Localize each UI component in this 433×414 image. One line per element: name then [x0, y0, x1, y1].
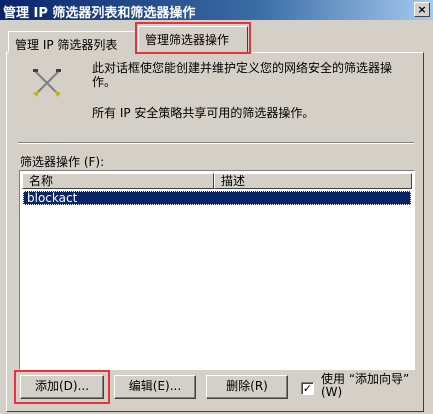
tab-label: 管理筛选器操作: [145, 33, 230, 47]
separator: [18, 142, 414, 144]
list-header: 名称 描述: [22, 173, 412, 189]
info-shared: 所有 IP 安全策略共享可用的筛选器操作。: [92, 106, 315, 120]
title-bar: 管理 IP 筛选器列表和筛选器操作 ×: [0, 0, 433, 20]
close-icon: ×: [417, 3, 427, 16]
remove-button[interactable]: 删除(R): [206, 375, 288, 399]
close-button[interactable]: ×: [414, 2, 430, 17]
list-item-name: blockact: [27, 191, 78, 205]
window-title: 管理 IP 筛选器列表和筛选器操作: [3, 6, 196, 20]
use-wizard-label[interactable]: 使用 “添加向导” (W): [321, 373, 421, 399]
checkmark-icon: ✓: [302, 382, 313, 395]
add-button[interactable]: 添加(D)...: [20, 375, 104, 399]
column-header-name[interactable]: 名称: [22, 173, 214, 189]
tools-icon: [33, 69, 61, 97]
tab-label: 管理 IP 筛选器列表: [15, 38, 118, 52]
info-description: 此对话框使您能创建并维护定义您的网络安全的筛选器操作。: [92, 61, 393, 89]
tab-manage-filter-lists[interactable]: 管理 IP 筛选器列表: [8, 31, 136, 53]
list-item[interactable]: blockact: [23, 191, 411, 205]
filter-actions-label: 筛选器操作 (F):: [20, 155, 105, 169]
edit-button[interactable]: 编辑(E)...: [114, 375, 196, 399]
tab-manage-filter-actions[interactable]: 管理筛选器操作: [138, 26, 248, 53]
use-wizard-checkbox[interactable]: ✓: [301, 382, 314, 395]
filter-actions-list[interactable]: 名称 描述 blockact: [19, 170, 415, 370]
column-header-description[interactable]: 描述: [214, 173, 412, 189]
